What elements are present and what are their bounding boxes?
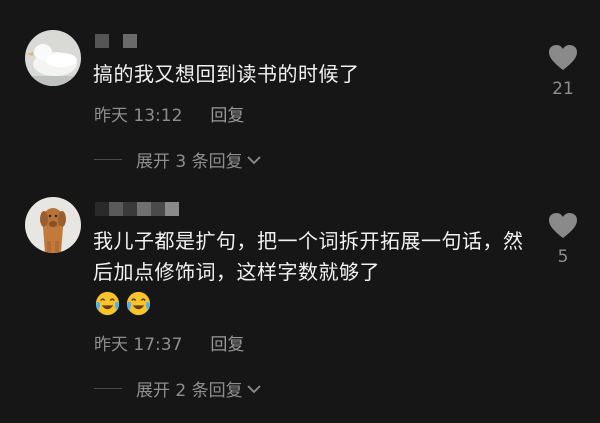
username-redacted[interactable] [95,202,179,216]
redacted-block [123,202,137,216]
comment-meta: 昨天 13:12 回复 [94,101,244,126]
redacted-block [95,202,109,216]
chevron-down-icon [246,384,261,393]
redacted-block [109,34,123,48]
like-button[interactable]: 5 [548,212,578,267]
redacted-block [137,202,151,216]
expand-replies-label: 展开 2 条回复 [136,381,243,401]
white-bird-avatar-icon [25,30,81,86]
divider-line [94,159,122,160]
heart-icon [549,213,577,238]
like-button[interactable]: 21 [548,44,578,99]
reply-button[interactable]: 回复 [210,101,244,126]
divider-line [94,388,122,389]
redacted-block [109,202,123,216]
chevron-down-icon [246,155,261,164]
expand-replies-button[interactable]: 展开 2 条回复 [94,376,261,401]
comment-meta: 昨天 17:37 回复 [94,330,244,355]
comment-text: 我儿子都是扩句，把一个词拆开拓展一句话，然后加点修饰词，这样字数就够了 [93,229,524,284]
comment-timestamp: 昨天 17:37 [94,335,183,355]
redacted-block [165,202,179,216]
expand-replies-label: 展开 3 条回复 [136,152,243,172]
redacted-block [151,202,165,216]
crying-laughing-emoji-icon [126,291,151,316]
heart-icon [549,45,577,70]
user-avatar[interactable] [25,30,81,86]
like-count: 5 [557,247,569,267]
emoji-row [94,290,152,317]
username-redacted[interactable] [95,34,137,48]
crying-laughing-emoji-icon [95,291,120,316]
golden-retriever-avatar-icon [25,197,81,253]
expand-replies-button[interactable]: 展开 3 条回复 [94,147,261,172]
redacted-block [95,34,109,48]
reply-button[interactable]: 回复 [210,330,244,355]
redacted-block [123,34,137,48]
comment-timestamp: 昨天 13:12 [94,106,183,126]
user-avatar[interactable] [25,197,81,253]
comment-text: 搞的我又想回到读书的时候了 [93,62,360,86]
like-count: 21 [552,79,574,99]
